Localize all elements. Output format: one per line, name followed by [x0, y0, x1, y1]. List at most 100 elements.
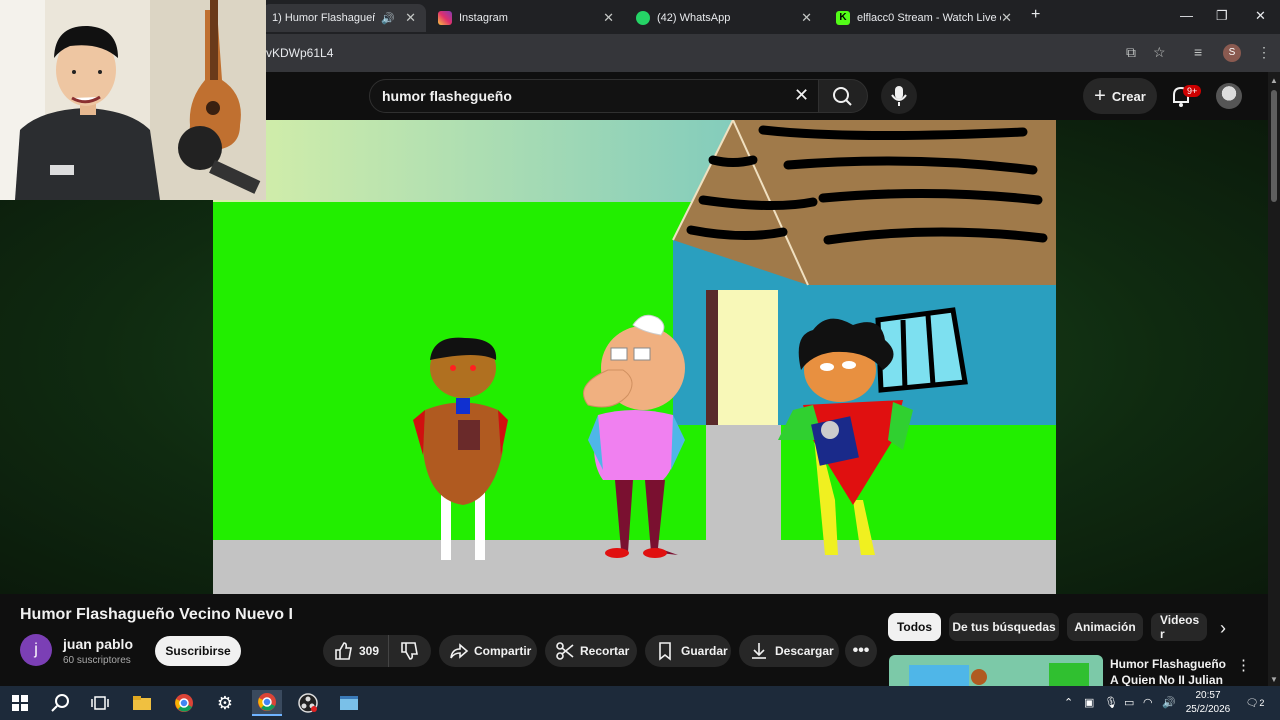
create-button[interactable]: + Crear	[1083, 78, 1157, 114]
settings-taskbar-button[interactable]: ⚙	[210, 690, 240, 716]
notification-badge: 9+	[1183, 85, 1202, 97]
chip-videos[interactable]: Videos r	[1151, 613, 1207, 641]
mic-icon	[891, 86, 907, 106]
clock-time: 20:57	[1195, 690, 1221, 701]
task-view-icon	[91, 696, 109, 710]
close-window-icon[interactable]: ✕	[1255, 8, 1266, 24]
tab-title: (42) WhatsApp	[657, 12, 731, 24]
chrome-icon	[258, 693, 276, 711]
maximize-icon[interactable]: ❐	[1216, 8, 1228, 24]
media-control-icon[interactable]: ≡	[1194, 44, 1202, 60]
clip-label: Recortar	[580, 644, 630, 658]
thumbs-up-icon	[335, 642, 352, 660]
menu-dots-icon[interactable]: ⋮	[1257, 44, 1271, 61]
like-button[interactable]: 309	[323, 635, 389, 667]
bookmark-star-icon[interactable]: ☆	[1153, 44, 1166, 61]
save-label: Guardar	[681, 644, 728, 658]
dislike-button[interactable]	[389, 635, 429, 667]
chrome-taskbar-button[interactable]	[169, 690, 199, 716]
chip-animacion[interactable]: Animación	[1067, 613, 1143, 641]
bookmark-icon	[659, 642, 671, 661]
chips-next-chevron-icon[interactable]: ›	[1220, 618, 1226, 639]
cartoon-scene	[213, 120, 1056, 594]
clear-search-icon[interactable]: ✕	[794, 85, 809, 106]
tray-screen-icon[interactable]: ▣	[1084, 696, 1094, 709]
taskbar-search-button[interactable]	[45, 690, 75, 716]
scissors-icon	[556, 642, 574, 660]
account-avatar[interactable]	[1216, 83, 1242, 109]
speaker-icon[interactable]: 🔊	[381, 12, 395, 25]
tray-expand-icon[interactable]: ⌃	[1064, 696, 1073, 709]
task-view-button[interactable]	[85, 690, 115, 716]
close-tab-icon[interactable]: ✕	[801, 10, 812, 26]
more-actions-button[interactable]: •••	[845, 635, 877, 667]
recommended-thumbnail[interactable]	[889, 655, 1103, 687]
download-label: Descargar	[775, 644, 834, 658]
voice-search-button[interactable]	[881, 78, 917, 114]
clip-button[interactable]: Recortar	[545, 635, 637, 667]
webcam-overlay	[0, 0, 266, 200]
tab-youtube[interactable]: 1) Humor Flashagueño Ve 🔊 ✕	[262, 4, 426, 32]
url-text[interactable]: vKDWp61L4	[266, 46, 333, 60]
chip-todos[interactable]: Todos	[888, 613, 941, 641]
scroll-up-arrow-icon[interactable]: ▲	[1270, 76, 1278, 85]
clock-date: 25/2/2026	[1185, 704, 1231, 715]
folder-icon	[133, 696, 151, 710]
tab-kick[interactable]: K elflacc0 Stream - Watch Live on ✕	[826, 4, 1022, 32]
file-explorer-button[interactable]	[127, 690, 157, 716]
search-icon	[51, 694, 69, 712]
tab-whatsapp[interactable]: (42) WhatsApp ✕	[626, 4, 822, 32]
action-center-count: 2	[1259, 698, 1265, 708]
save-button[interactable]: Guardar	[645, 635, 731, 667]
channel-avatar[interactable]: j	[20, 634, 52, 666]
download-icon	[752, 643, 766, 659]
search-query[interactable]: humor flasheguеño	[382, 88, 512, 104]
plus-icon: +	[1094, 84, 1106, 107]
video-player[interactable]	[213, 120, 1056, 594]
tab-title: 1) Humor Flashagueño Ve	[272, 12, 376, 24]
recommended-title-line1: Humor Flashagueño	[1110, 657, 1227, 671]
profile-avatar[interactable]: S	[1223, 44, 1241, 62]
search-button[interactable]	[818, 79, 868, 113]
video-title: Humor Flashagueño Vecino Nuevo I	[20, 606, 293, 623]
close-tab-icon[interactable]: ✕	[603, 10, 614, 26]
kick-icon: K	[836, 11, 850, 25]
share-button[interactable]: Compartir	[439, 635, 537, 667]
scroll-down-arrow-icon[interactable]: ▼	[1270, 675, 1278, 684]
channel-name[interactable]: juan pablo	[63, 636, 133, 652]
chip-de-tus-busquedas[interactable]: De tus búsquedas	[949, 613, 1059, 641]
new-tab-button[interactable]: +	[1031, 6, 1040, 24]
chrome-profile-taskbar-button[interactable]	[252, 690, 282, 716]
streamer-webcam-image	[0, 0, 266, 200]
install-app-icon[interactable]: ⧉	[1126, 44, 1136, 61]
obs-taskbar-button[interactable]	[293, 690, 323, 716]
wifi-icon[interactable]: ◠	[1143, 696, 1153, 709]
microphone-tray-icon[interactable]: 🎙	[1104, 696, 1118, 709]
download-button[interactable]: Descargar	[739, 635, 839, 667]
subscriber-count: 60 suscriptores	[63, 655, 131, 666]
more-dots-icon: •••	[852, 642, 870, 659]
volume-icon[interactable]: 🔊	[1162, 696, 1176, 709]
create-label: Crear	[1111, 88, 1146, 104]
taskbar-clock[interactable]: 20:57 25/2/2026	[1180, 689, 1236, 717]
window-app-taskbar-button[interactable]	[334, 690, 364, 716]
tab-instagram[interactable]: Instagram ✕	[428, 4, 624, 32]
share-label: Compartir	[474, 644, 532, 658]
action-center-button[interactable]: 🗨 2	[1244, 693, 1266, 713]
battery-icon[interactable]: ▭	[1124, 696, 1134, 709]
gear-icon: ⚙	[216, 692, 234, 713]
recommended-menu-icon[interactable]: ⋮	[1236, 656, 1251, 674]
app-window-icon	[340, 696, 358, 710]
subscribe-button[interactable]: Suscribirse	[155, 636, 241, 666]
close-tab-icon[interactable]: ✕	[405, 10, 416, 26]
recommended-thumbnail-image	[889, 655, 1103, 687]
minimize-icon[interactable]: —	[1180, 8, 1193, 23]
instagram-icon	[438, 11, 452, 25]
windows-start-button[interactable]	[5, 690, 35, 716]
share-icon	[450, 643, 469, 659]
tab-title: Instagram	[459, 12, 508, 24]
close-tab-icon[interactable]: ✕	[1001, 10, 1012, 26]
scrollbar-thumb[interactable]	[1271, 90, 1277, 202]
message-icon: 🗨	[1245, 697, 1259, 709]
chrome-icon	[175, 694, 193, 712]
